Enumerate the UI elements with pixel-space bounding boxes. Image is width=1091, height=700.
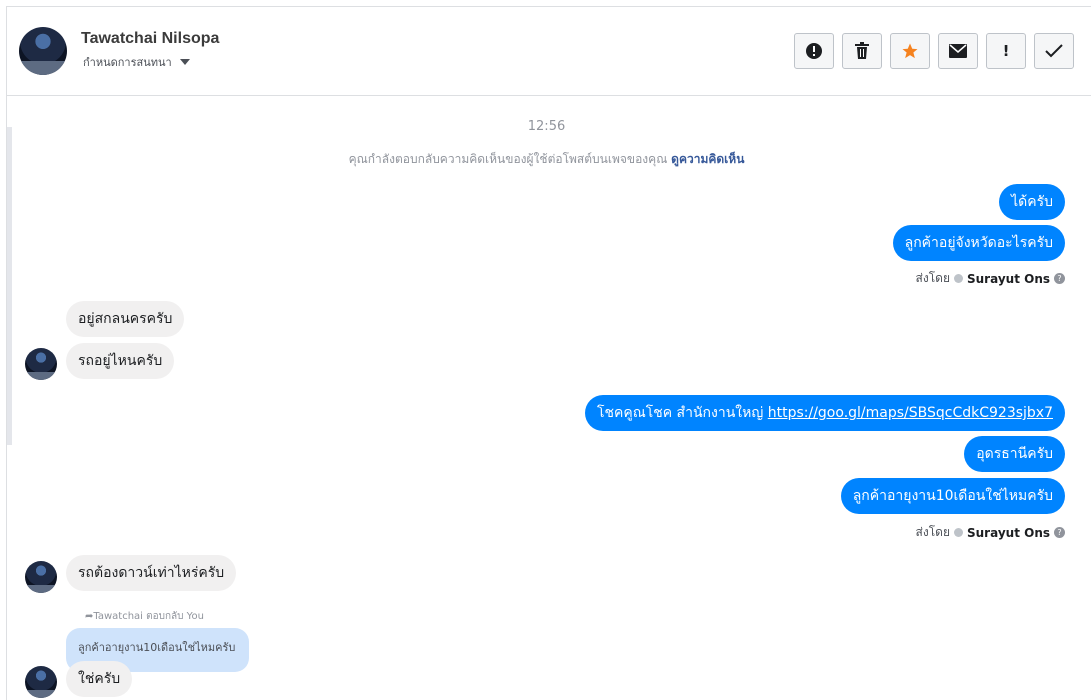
incoming-message[interactable]: รถต้องดาวน์เท่าไหร่ครับ (66, 555, 237, 591)
map-link[interactable]: https://goo.gl/maps/SBSqcCdkC923sjbx7 (768, 405, 1053, 421)
help-icon[interactable]: ? (1054, 273, 1065, 284)
envelope-icon (949, 44, 967, 58)
view-comment-link[interactable]: ดูความคิดเห็น (671, 152, 744, 166)
star-icon (902, 43, 918, 59)
help-icon[interactable]: ? (1054, 527, 1065, 538)
system-note-text: คุณกำลังตอบกลับความคิดเห็นของผู้ใช้ต่อโพ… (348, 152, 668, 166)
outgoing-message[interactable]: ลูกค้าอายุงาน10เดือนใช่ไหมครับ (840, 478, 1065, 514)
mail-button[interactable] (938, 33, 978, 69)
sender-avatar[interactable] (25, 666, 57, 698)
sender-avatar[interactable] (25, 348, 57, 380)
star-button[interactable] (890, 33, 930, 69)
conversation-panel: Tawatchai Nilsopa กำหนดการสนทนา ! 12:56 … (6, 6, 1091, 700)
report-button[interactable] (794, 33, 834, 69)
outgoing-message[interactable]: อุดรธานีครับ (964, 436, 1065, 472)
verified-dot-icon (954, 528, 963, 537)
message-timestamp: 12:56 (527, 119, 566, 134)
incoming-message[interactable]: อยู่สกลนครครับ (66, 301, 185, 337)
sent-by-info: ส่งโดย Surayut Ons ? (916, 523, 1065, 542)
conversation-settings-label: กำหนดการสนทนา (83, 56, 172, 69)
outgoing-message[interactable]: ได้ครับ (999, 184, 1065, 220)
outgoing-message[interactable]: ลูกค้าอยู่จังหวัดอะไรครับ (892, 225, 1065, 261)
important-button[interactable]: ! (986, 33, 1026, 69)
system-note: คุณกำลังตอบกลับความคิดเห็นของผู้ใช้ต่อโพ… (1, 150, 1091, 169)
done-button[interactable] (1034, 33, 1074, 69)
exclamation-icon: ! (1002, 42, 1010, 60)
verified-dot-icon (954, 274, 963, 283)
incoming-message[interactable]: ใช่ครับ (66, 661, 133, 697)
sent-by-label: ส่งโดย (915, 271, 950, 285)
sent-by-label: ส่งโดย (915, 525, 950, 539)
trash-icon (855, 42, 869, 59)
sender-name[interactable]: Surayut Ons (967, 272, 1050, 286)
sender-name[interactable]: Surayut Ons (967, 526, 1050, 540)
conversation-settings-dropdown[interactable]: กำหนดการสนทนา (83, 53, 190, 71)
sent-by-info: ส่งโดย Surayut Ons ? (916, 269, 1065, 288)
contact-avatar[interactable] (19, 27, 67, 75)
chevron-down-icon (179, 59, 190, 65)
alert-circle-icon (806, 43, 822, 59)
message-thread[interactable]: 12:56 คุณกำลังตอบกลับความคิดเห็นของผู้ใช… (7, 97, 1091, 700)
reply-note: ➦Tawatchai ตอบกลับ You (85, 609, 204, 624)
contact-name[interactable]: Tawatchai Nilsopa (81, 30, 219, 48)
outgoing-message-link[interactable]: โชคคูณโชค สำนักงานใหญ่ https://goo.gl/ma… (584, 395, 1065, 431)
check-icon (1045, 44, 1063, 58)
reply-note-text: Tawatchai ตอบกลับ You (93, 611, 204, 622)
action-toolbar: ! (794, 33, 1074, 69)
conversation-header: Tawatchai Nilsopa กำหนดการสนทนา ! (7, 7, 1091, 96)
sender-avatar[interactable] (25, 561, 57, 593)
message-text: โชคคูณโชค สำนักงานใหญ่ (596, 405, 768, 421)
delete-button[interactable] (842, 33, 882, 69)
incoming-message[interactable]: รถอยู่ไหนครับ (66, 343, 175, 379)
